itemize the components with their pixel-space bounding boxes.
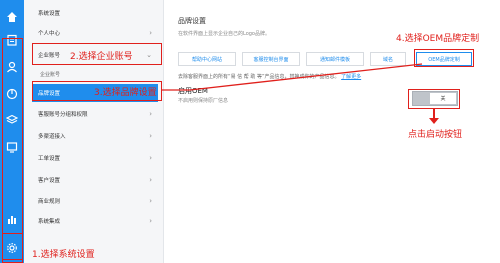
home-icon[interactable] (5, 10, 19, 24)
nav-sub-enterprise[interactable]: 企业账号 (32, 68, 158, 80)
annotation-arrow-head-icon (429, 118, 439, 124)
nav-item-personal[interactable]: 个人中心 › (32, 24, 158, 42)
nav-item-multi-channel[interactable]: 多渠道接入 › (32, 127, 158, 145)
chevron-right-icon: › (149, 110, 152, 118)
nav-item-integration[interactable]: 系统集成 › (32, 212, 158, 230)
nav-item-service-group[interactable]: 客服账号分组和权限 › (32, 105, 158, 123)
annotation-connector (162, 63, 423, 91)
annotation-box-settings (2, 233, 23, 260)
nav-item-label: 系统集成 (38, 219, 61, 225)
annotation-step2: 2.选择企业账号 (70, 52, 133, 62)
nav-item-workorder[interactable]: 工单设置 › (32, 149, 158, 167)
nav-heading-label: 系统设置 (38, 11, 61, 17)
nav-sub-label: 企业账号 (40, 71, 61, 78)
chevron-right-icon: › (149, 132, 152, 140)
annotation-step4: 4.选择OEM品牌定制 (396, 34, 480, 44)
page-title: 品牌设置 (178, 17, 206, 25)
annotation-step1: 1.选择系统设置 (32, 250, 95, 260)
chevron-right-icon: › (149, 217, 152, 225)
page-description: 在软件界面上显示企业自己的Logo品牌。 (178, 31, 270, 37)
chevron-right-icon: › (149, 154, 152, 162)
settings-nav: 系统设置 个人中心 › 企业账号 ⌄ 企业账号 品牌设置 客服账号分组和权限 › 多渠… (24, 0, 164, 263)
nav-item-business-rule[interactable]: 商业规则 › (32, 192, 158, 210)
nav-item-label: 客户设置 (38, 178, 61, 184)
nav-item-label: 工单设置 (38, 156, 61, 162)
nav-item-label: 个人中心 (38, 31, 61, 37)
nav-heading: 系统设置 (32, 4, 158, 22)
annotation-box-rail (2, 38, 23, 263)
nav-item-label: 商业规则 (38, 199, 61, 205)
chevron-right-icon: › (149, 176, 152, 184)
nav-item-customer[interactable]: 客户设置 › (32, 171, 158, 189)
chevron-right-icon: › (149, 29, 152, 37)
nav-item-label: 客服账号分组和权限 (38, 112, 88, 118)
chevron-right-icon: › (149, 197, 152, 205)
nav-item-label: 多渠道接入 (38, 134, 66, 140)
annotation-step3: 3.选择品牌设置 (94, 88, 157, 98)
annotation-step5: 点击启动按钮 (408, 130, 463, 140)
